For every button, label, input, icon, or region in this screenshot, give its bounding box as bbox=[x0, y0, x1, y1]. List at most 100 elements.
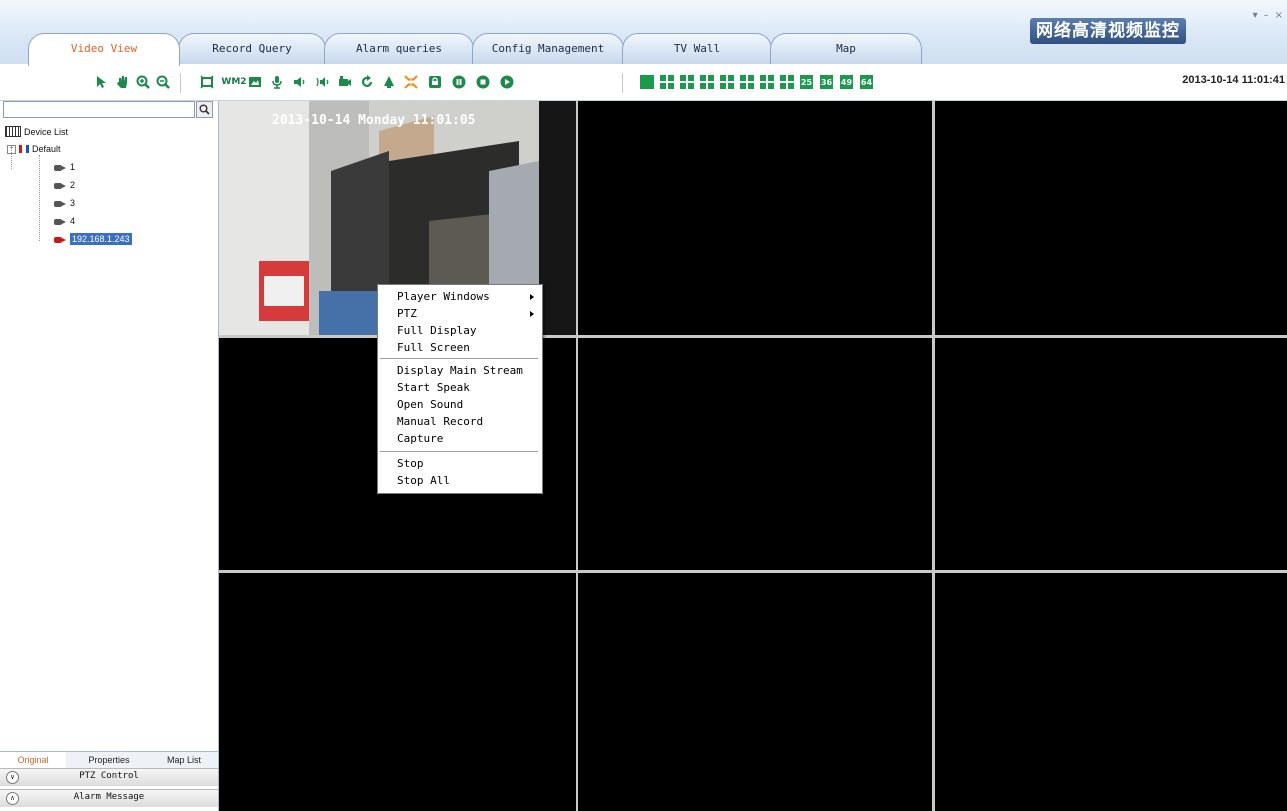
ptz-control-label: PTZ Control bbox=[79, 771, 139, 781]
device-list-label: Device List bbox=[24, 126, 69, 137]
toolbar: WM2 25 36 49 64 2013-10-14 11:01:41 bbox=[0, 64, 1287, 101]
camera-label: 192.168.1.243 bbox=[70, 233, 132, 245]
tab-tv-wall[interactable]: TV Wall bbox=[622, 33, 772, 64]
camera-icon bbox=[54, 181, 66, 190]
menu-item-ptz[interactable]: PTZ bbox=[378, 305, 542, 322]
tab-alarm-queries[interactable]: Alarm queries bbox=[324, 33, 474, 64]
camera-icon bbox=[54, 217, 66, 226]
current-datetime: 2013-10-14 11:01:41 bbox=[1182, 74, 1285, 86]
layout-25-button[interactable]: 25 bbox=[800, 75, 813, 89]
collapse-icon[interactable]: − bbox=[7, 144, 16, 154]
tree-item-camera-3[interactable]: 3 bbox=[54, 198, 75, 208]
tree-item-camera-1[interactable]: 1 bbox=[54, 162, 75, 172]
wm2-icon[interactable]: WM2 bbox=[221, 75, 246, 89]
video-osd-timestamp: 2013-10-14 Monday 11:01:05 bbox=[272, 113, 476, 128]
layout-10-icon[interactable] bbox=[740, 75, 754, 89]
camera-label: 4 bbox=[70, 216, 76, 226]
tree-item-camera-4[interactable]: 4 bbox=[54, 216, 75, 226]
layout-36-button[interactable]: 36 bbox=[820, 75, 833, 89]
close-icon[interactable]: × bbox=[1275, 10, 1283, 21]
ptz-control-panel[interactable]: ∨ PTZ Control bbox=[0, 768, 218, 786]
record-icon[interactable] bbox=[338, 75, 352, 89]
menu-item-open-sound[interactable]: Open Sound bbox=[378, 396, 542, 413]
camera-label: 1 bbox=[70, 162, 76, 172]
device-search-input[interactable] bbox=[3, 101, 195, 118]
talk-icon[interactable] bbox=[316, 75, 330, 89]
menu-item-stop-all[interactable]: Stop All bbox=[378, 472, 542, 489]
group-icon bbox=[19, 145, 29, 153]
alarm-bell-icon[interactable] bbox=[382, 75, 396, 89]
alarm-message-panel[interactable]: ∧ Alarm Message bbox=[0, 789, 218, 807]
layout-9-icon[interactable] bbox=[720, 75, 734, 89]
video-cell-8[interactable] bbox=[578, 573, 932, 811]
camera-active-icon bbox=[54, 235, 66, 244]
lock-icon[interactable] bbox=[428, 75, 442, 89]
layout-1-icon[interactable] bbox=[640, 75, 654, 89]
volume-icon[interactable] bbox=[292, 75, 306, 89]
layout-16-icon[interactable] bbox=[780, 75, 794, 89]
video-cell-7[interactable] bbox=[219, 573, 576, 811]
layout-13-icon[interactable] bbox=[760, 75, 774, 89]
camera-icon bbox=[54, 199, 66, 208]
device-panel: Device List − Default 1 2 3 4 192.168.1.2… bbox=[0, 101, 219, 811]
play-icon[interactable] bbox=[500, 75, 514, 89]
tab-video-view[interactable]: Video View bbox=[28, 33, 180, 66]
layout-8-icon[interactable] bbox=[700, 75, 714, 89]
layout-64-button[interactable]: 64 bbox=[860, 75, 873, 89]
alarm-message-label: Alarm Message bbox=[73, 792, 145, 802]
menu-item-full-display[interactable]: Full Display bbox=[378, 322, 542, 339]
panel-tabs: Original Properties Map List bbox=[0, 751, 218, 768]
camera-label: 2 bbox=[70, 180, 76, 190]
stop-icon[interactable] bbox=[476, 75, 490, 89]
submenu-arrow-icon bbox=[530, 294, 534, 300]
tab-map-list[interactable]: Map List bbox=[152, 752, 216, 768]
tab-record-query[interactable]: Record Query bbox=[178, 33, 326, 64]
menu-item-capture[interactable]: Capture bbox=[378, 430, 542, 447]
video-cell-6[interactable] bbox=[935, 338, 1287, 570]
snapshot-icon[interactable] bbox=[248, 75, 262, 89]
zoom-in-icon[interactable] bbox=[136, 75, 150, 89]
pause-icon[interactable] bbox=[452, 75, 466, 89]
tab-properties[interactable]: Properties bbox=[70, 752, 148, 768]
menu-item-display-main-stream[interactable]: Display Main Stream bbox=[378, 362, 542, 379]
menu-item-player-windows[interactable]: Player Windows bbox=[378, 288, 542, 305]
menu-separator bbox=[380, 451, 538, 452]
menu-item-stop[interactable]: Stop bbox=[378, 455, 542, 472]
camera-label: 3 bbox=[70, 198, 76, 208]
submenu-arrow-icon bbox=[530, 311, 534, 317]
pointer-icon[interactable] bbox=[94, 75, 108, 89]
microphone-icon[interactable] bbox=[270, 75, 284, 89]
tree-group-default[interactable]: − Default bbox=[7, 144, 61, 154]
video-cell-9[interactable] bbox=[935, 573, 1287, 811]
layout-6-icon[interactable] bbox=[680, 75, 694, 89]
device-list-root[interactable]: Device List bbox=[5, 126, 68, 137]
video-cell-3[interactable] bbox=[935, 101, 1287, 335]
menu-dropdown-icon[interactable]: ▾ bbox=[1253, 10, 1258, 21]
menu-item-start-speak[interactable]: Start Speak bbox=[378, 379, 542, 396]
title-bar: Video View Record Query Alarm queries Co… bbox=[0, 0, 1287, 66]
tab-map[interactable]: Map bbox=[770, 33, 922, 64]
shrink-icon[interactable] bbox=[404, 75, 418, 89]
zoom-out-icon[interactable] bbox=[156, 75, 170, 89]
fullscreen-icon[interactable] bbox=[200, 75, 214, 89]
hand-pan-icon[interactable] bbox=[116, 75, 130, 89]
layout-49-button[interactable]: 49 bbox=[840, 75, 853, 89]
video-cell-2[interactable] bbox=[578, 101, 932, 335]
menu-item-manual-record[interactable]: Manual Record bbox=[378, 413, 542, 430]
tab-config-management[interactable]: Config Management bbox=[472, 33, 624, 64]
group-label: Default bbox=[32, 144, 61, 154]
video-cell-5[interactable] bbox=[578, 338, 932, 570]
tree-item-camera-2[interactable]: 2 bbox=[54, 180, 75, 190]
menu-item-label: Player Windows bbox=[397, 290, 490, 303]
search-icon[interactable] bbox=[196, 101, 213, 118]
refresh-icon[interactable] bbox=[360, 75, 374, 89]
menu-item-full-screen[interactable]: Full Screen bbox=[378, 339, 542, 356]
tree-item-camera-selected[interactable]: 192.168.1.243 bbox=[54, 233, 132, 245]
context-menu: Player Windows PTZ Full Display Full Scr… bbox=[377, 284, 543, 494]
toolbar-separator bbox=[622, 73, 623, 93]
minimize-icon[interactable]: – bbox=[1264, 10, 1269, 21]
layout-4-icon[interactable] bbox=[660, 75, 674, 89]
menu-item-label: PTZ bbox=[397, 307, 417, 320]
tab-original[interactable]: Original bbox=[0, 752, 66, 768]
camera-icon bbox=[54, 163, 66, 172]
